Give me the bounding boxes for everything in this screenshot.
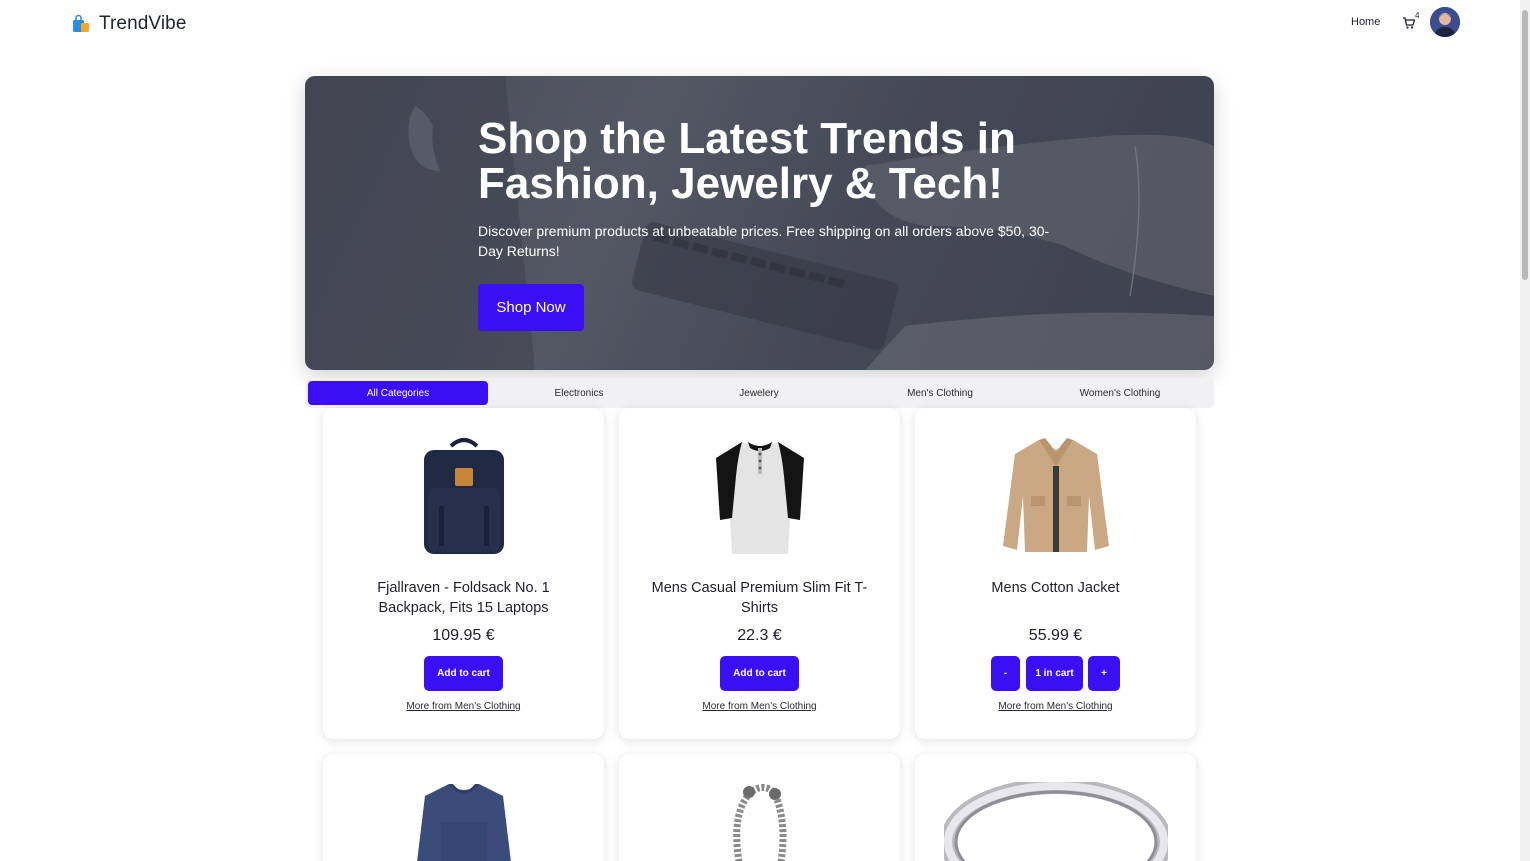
product-title: Fjallraven - Foldsack No. 1 Backpack, Fi… [377, 580, 550, 616]
nav-home-link[interactable]: Home [1351, 16, 1380, 28]
product-card [619, 754, 900, 861]
product-title: Mens Cotton Jacket [991, 580, 1120, 596]
cart-button[interactable]: 4 [1402, 11, 1424, 33]
brand-name: TrendVibe [99, 13, 187, 34]
more-from-category-link[interactable]: More from Men's Clothing [323, 701, 604, 712]
hero-subtitle: Discover premium products at unbeatable … [478, 223, 1050, 259]
tab-jewelery[interactable]: Jewelery [669, 381, 849, 405]
hero-title: Shop the Latest Trends in Fashion, Jewel… [478, 114, 1016, 208]
more-from-category-link[interactable]: More from Men's Clothing [619, 701, 900, 712]
tab-mens-clothing[interactable]: Men's Clothing [850, 381, 1030, 405]
bracelet-icon [732, 784, 786, 861]
backpack-icon [423, 438, 504, 554]
tab-all-categories[interactable]: All Categories [308, 381, 488, 405]
hero-banner: Shop the Latest Trends in Fashion, Jewel… [305, 76, 1214, 370]
add-to-cart-button[interactable]: Add to cart [424, 656, 503, 691]
product-card [323, 754, 604, 861]
in-cart-count-button[interactable]: 1 in cart [1026, 656, 1083, 691]
tshirt-icon [715, 442, 804, 554]
product-card: Mens Cotton Jacket 55.99 € - 1 in cart +… [915, 408, 1196, 739]
shopping-bag-icon [71, 14, 91, 34]
avatar[interactable] [1430, 7, 1460, 37]
add-to-cart-button[interactable]: Add to cart [720, 656, 799, 691]
cart-icon [1403, 17, 1416, 29]
product-title: Mens Casual Premium Slim Fit T-Shirts [651, 580, 868, 616]
sweater-icon [416, 784, 511, 861]
shop-now-button[interactable]: Shop Now [478, 284, 584, 331]
category-tabs: All Categories Electronics Jewelery Men'… [305, 378, 1214, 408]
increment-quantity-button[interactable]: + [1088, 656, 1120, 691]
tab-womens-clothing[interactable]: Women's Clothing [1030, 381, 1210, 405]
ring-icon [943, 782, 1168, 861]
product-price: 22.3 € [737, 627, 782, 644]
decrement-quantity-button[interactable]: - [991, 656, 1020, 691]
jacket-icon [1002, 438, 1109, 552]
more-from-category-link[interactable]: More from Men's Clothing [915, 701, 1196, 712]
product-card: Fjallraven - Foldsack No. 1 Backpack, Fi… [323, 408, 604, 739]
cart-count-badge: 4 [1415, 11, 1420, 20]
product-price: 109.95 € [432, 627, 495, 644]
product-price: 55.99 € [1028, 627, 1083, 644]
scrollbar-thumb[interactable] [1522, 10, 1528, 280]
page-scrollbar[interactable] [1520, 0, 1530, 861]
navbar: TrendVibe Home 4 [0, 0, 1520, 48]
tab-electronics[interactable]: Electronics [489, 381, 669, 405]
product-card: Mens Casual Premium Slim Fit T-Shirts 22… [619, 408, 900, 739]
product-card [915, 754, 1196, 861]
brand[interactable]: TrendVibe [71, 13, 187, 35]
